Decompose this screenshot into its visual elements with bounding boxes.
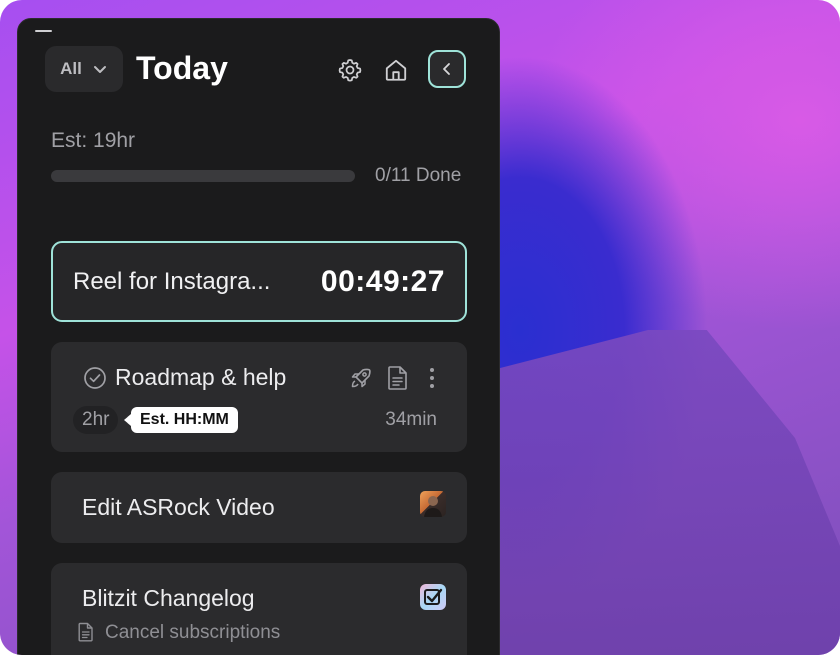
avatar-person-icon	[424, 496, 442, 517]
checklist-app-icon	[420, 584, 446, 610]
home-icon	[385, 59, 407, 81]
collapse-panel-button[interactable]	[428, 50, 466, 88]
chevron-left-icon	[443, 63, 450, 75]
check-circle-icon[interactable]	[83, 366, 107, 390]
time-spent: 34min	[385, 409, 437, 430]
active-task-timer: 00:49:27	[320, 264, 445, 298]
avatar	[420, 491, 446, 517]
estimate-chip[interactable]: 2hr	[73, 406, 119, 434]
task-card[interactable]: Blitzit Changelog Cancel subscriptions	[51, 563, 467, 655]
gear-icon	[338, 59, 362, 82]
page-title: Today	[136, 50, 228, 86]
total-estimate: Est: 19hr	[51, 129, 136, 152]
estimate-tooltip: Est. HH:MM	[124, 407, 238, 433]
task-card[interactable]: Edit ASRock Video	[51, 472, 467, 543]
task-card[interactable]: Roadmap & help 2hr Est. HH:MM 34min	[51, 342, 467, 452]
desktop-wallpaper: All Today Est: 19hr 0/11 Done Reel for I…	[0, 0, 840, 655]
today-panel: All Today Est: 19hr 0/11 Done Reel for I…	[17, 18, 500, 655]
settings-button[interactable]	[334, 54, 366, 86]
done-count: 0/11 Done	[375, 165, 462, 186]
home-button[interactable]	[380, 54, 412, 86]
rocket-icon[interactable]	[349, 366, 373, 390]
document-icon	[78, 622, 93, 642]
filter-label: All	[60, 59, 82, 78]
progress-bar	[51, 170, 355, 182]
filter-dropdown[interactable]: All	[45, 46, 123, 92]
document-icon[interactable]	[387, 365, 409, 391]
task-title: Edit ASRock Video	[82, 494, 275, 520]
subtask-label[interactable]: Cancel subscriptions	[105, 622, 280, 644]
kebab-menu-icon[interactable]	[425, 365, 439, 391]
task-title: Blitzit Changelog	[82, 585, 255, 611]
minimize-handle[interactable]	[35, 30, 52, 32]
active-task-card[interactable]: Reel for Instagra... 00:49:27	[51, 241, 467, 322]
active-task-title: Reel for Instagra...	[73, 267, 271, 295]
task-title: Roadmap & help	[115, 364, 287, 390]
chevron-down-icon	[93, 66, 106, 73]
